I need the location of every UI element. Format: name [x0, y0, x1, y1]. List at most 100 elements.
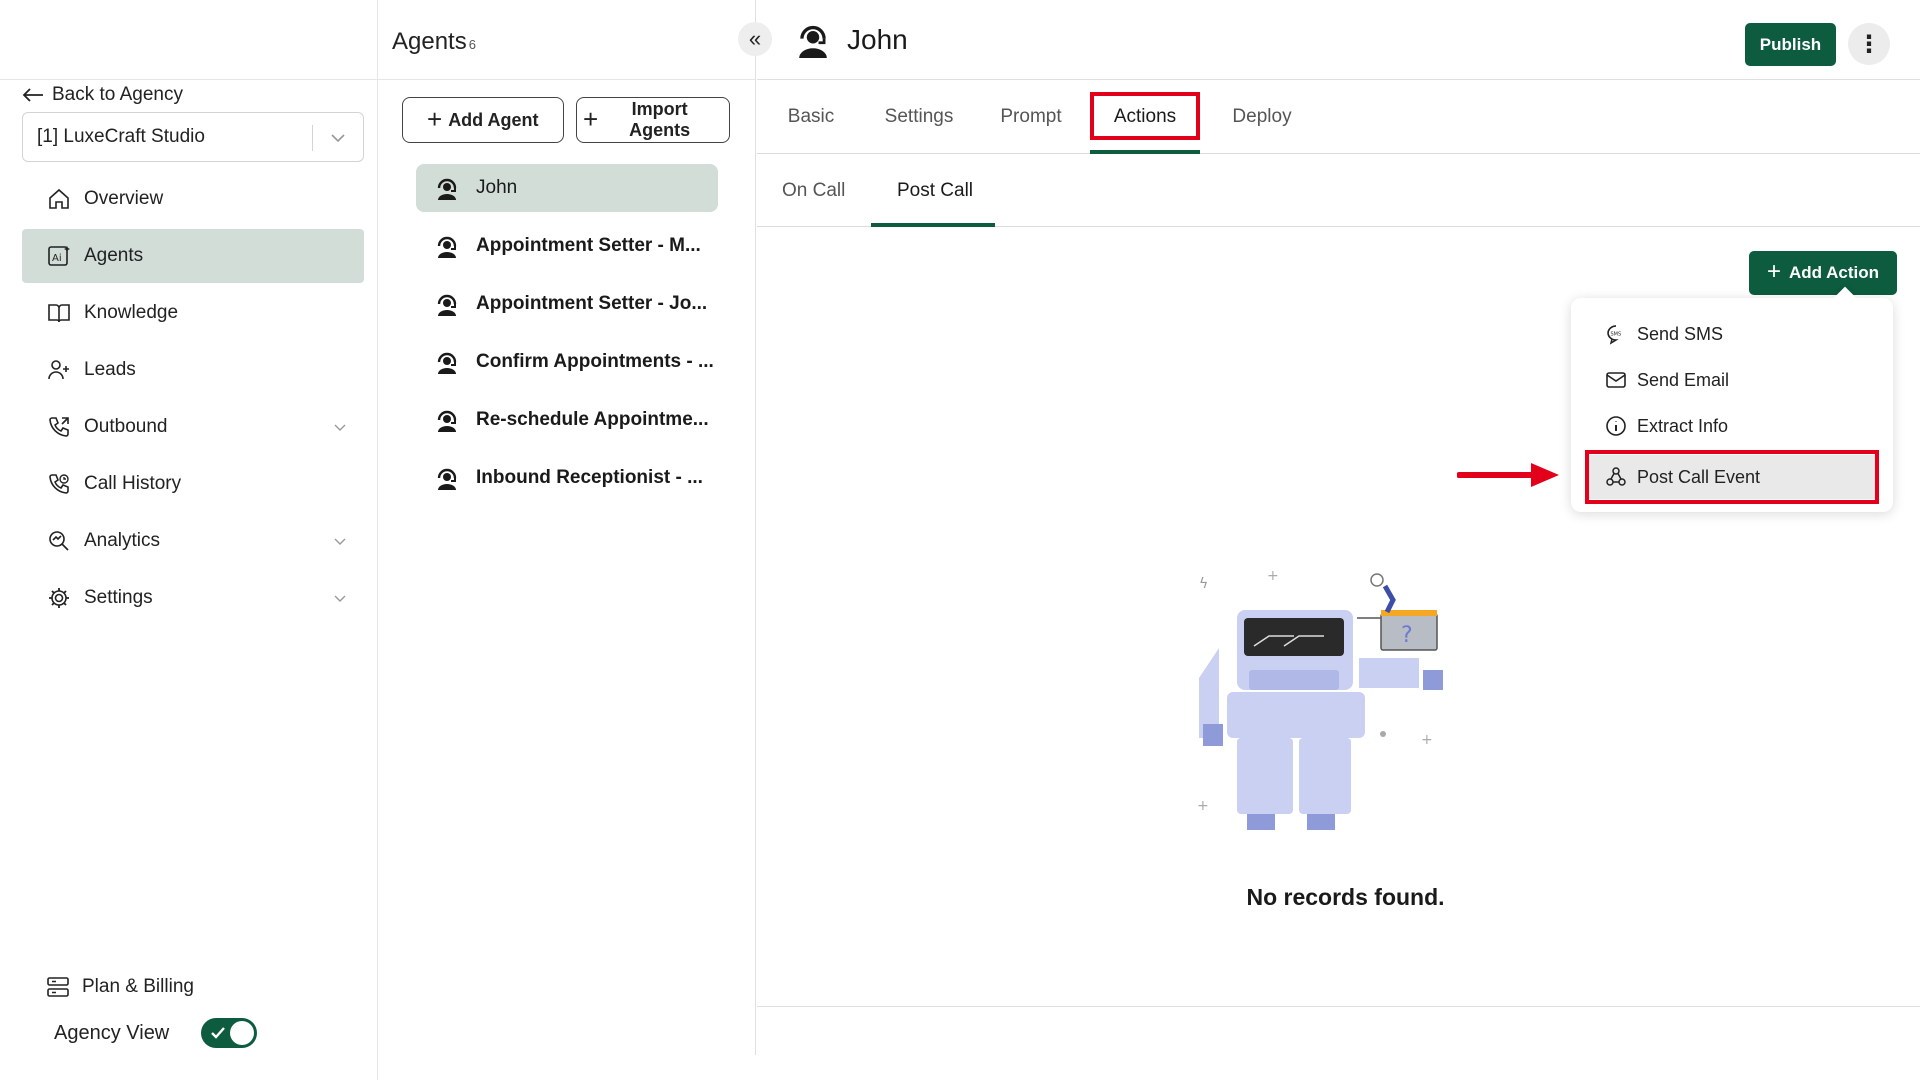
tab-deploy[interactable]: Deploy	[1219, 80, 1305, 154]
sidebar-item-overview[interactable]: Overview	[22, 172, 364, 226]
phone-outgoing-icon	[46, 414, 72, 440]
agent-list: John Appointment Setter - M... Appointme…	[416, 164, 718, 512]
gear-icon	[46, 585, 72, 611]
menu-item-label: Extract Info	[1637, 415, 1729, 436]
main-header: John Publish ⋮	[757, 0, 1920, 80]
annotation-arrow-icon	[1457, 463, 1559, 487]
agents-title-text: Agents	[392, 28, 467, 55]
menu-item-label: Send Email	[1637, 369, 1730, 390]
plus-icon: +	[427, 103, 443, 134]
sidebar-item-leads[interactable]: Leads	[22, 343, 364, 397]
agent-name: Confirm Appointments - ...	[476, 351, 714, 372]
sidebar-item-label: Overview	[84, 188, 164, 209]
agent-name: Re-schedule Appointme...	[476, 409, 709, 430]
sidebar-item-label: Leads	[84, 359, 136, 380]
agent-list-item[interactable]: Appointment Setter - M...	[416, 222, 718, 270]
svg-text:Ai: Ai	[52, 253, 62, 264]
sidebar-item-label: Agents	[84, 245, 144, 266]
menu-item-label: Send SMS	[1637, 323, 1724, 344]
sidebar-item-agents[interactable]: Ai Agents	[22, 229, 364, 283]
sidebar-header	[0, 0, 377, 80]
add-action-menu: SMS Send SMS Send Email Extract Info Pos…	[1571, 298, 1893, 512]
agents-count-badge: 6	[468, 37, 476, 52]
sidebar-item-label: Call History	[84, 473, 182, 494]
empty-state-text: No records found.	[1246, 884, 1445, 910]
tab-basic[interactable]: Basic	[771, 80, 851, 154]
agent-list-item[interactable]: Appointment Setter - Jo...	[416, 280, 718, 328]
main-panel: John Publish ⋮ Basic Settings Prompt Act…	[757, 0, 1920, 1080]
robot-illustration: ϟ + + + ?	[1197, 568, 1443, 830]
sidebar-item-outbound[interactable]: Outbound	[22, 400, 364, 454]
add-agent-button[interactable]: + Add Agent	[402, 97, 564, 143]
agents-panel-header: Agents 6 «	[378, 0, 772, 80]
plus-icon: +	[1766, 257, 1781, 285]
sidebar-item-call-history[interactable]: Call History	[22, 457, 364, 511]
info-icon	[1606, 416, 1626, 436]
agent-title: John	[795, 20, 908, 60]
agent-list-item[interactable]: Confirm Appointments - ...	[416, 338, 718, 386]
plan-billing-link[interactable]: Plan & Billing	[46, 976, 194, 998]
agency-view-toggle[interactable]	[201, 1018, 258, 1048]
agents-actions: + Add Agent + Import Agents	[402, 97, 730, 143]
sidebar-item-analytics[interactable]: Analytics	[22, 514, 364, 568]
back-to-agency-label: Back to Agency	[52, 84, 183, 105]
agency-view-label: Agency View	[54, 1021, 170, 1044]
agent-name: John	[476, 177, 518, 198]
agents-panel: Agents 6 « + Add Agent + Import Agents Jo…	[378, 0, 772, 1055]
headset-agent-icon	[437, 468, 457, 490]
tab-annotation-box	[1090, 92, 1200, 140]
back-to-agency-link[interactable]: Back to Agency	[22, 84, 183, 106]
add-agent-label: Add Agent	[448, 109, 539, 130]
svg-text:ϟ: ϟ	[1199, 576, 1208, 592]
agents-panel-title: Agents 6	[392, 28, 476, 56]
agent-list-item[interactable]: Inbound Receptionist - ...	[416, 454, 718, 502]
subtab-on-call[interactable]: On Call	[782, 155, 845, 227]
agent-name: Appointment Setter - M...	[476, 235, 701, 256]
mail-icon	[1606, 372, 1626, 388]
more-options-button[interactable]: ⋮	[1848, 23, 1890, 65]
agent-name: Inbound Receptionist - ...	[476, 467, 703, 488]
action-subtabs: On Call Post Call	[757, 155, 1920, 227]
sidebar-item-settings[interactable]: Settings	[22, 571, 364, 625]
sidebar-nav: Overview Ai Agents Knowledge Leads Outbo…	[22, 172, 364, 628]
chevron-down-icon	[331, 134, 345, 143]
headset-agent-icon	[437, 236, 457, 258]
agent-tabs: Basic Settings Prompt Actions Deploy	[757, 80, 1920, 154]
svg-text:+: +	[1267, 568, 1279, 584]
subtab-post-call[interactable]: Post Call	[897, 155, 973, 227]
sidebar-item-label: Outbound	[84, 416, 168, 437]
tab-prompt[interactable]: Prompt	[983, 80, 1079, 154]
agent-name: Appointment Setter - Jo...	[476, 293, 708, 314]
tab-settings[interactable]: Settings	[869, 80, 969, 154]
svg-text:SMS: SMS	[1611, 332, 1622, 338]
headset-agent-icon	[799, 25, 827, 58]
active-tab-indicator	[1090, 150, 1200, 154]
add-action-button[interactable]: + Add Action	[1749, 251, 1897, 295]
user-add-icon	[46, 357, 72, 383]
chevron-down-icon	[334, 424, 346, 431]
check-icon	[211, 1027, 226, 1039]
headset-agent-icon	[437, 294, 457, 316]
import-agents-button[interactable]: + Import Agents	[576, 97, 730, 143]
plus-icon: +	[583, 103, 599, 134]
menu-item-send-sms[interactable]: SMS Send SMS	[1587, 312, 1877, 356]
analytics-icon	[46, 528, 72, 554]
menu-item-extract-info[interactable]: Extract Info	[1587, 404, 1877, 448]
book-icon	[46, 300, 72, 326]
agent-list-item[interactable]: John	[416, 164, 718, 212]
svg-text:+: +	[1197, 798, 1209, 814]
headset-agent-icon	[437, 410, 457, 432]
menu-item-send-email[interactable]: Send Email	[1587, 358, 1877, 402]
menu-annotation-box	[1585, 450, 1879, 504]
agency-select-value: [1] LuxeCraft Studio	[37, 126, 205, 147]
double-chevron-left-icon: «	[748, 26, 762, 51]
sidebar-item-knowledge[interactable]: Knowledge	[22, 286, 364, 340]
sidebar-item-label: Knowledge	[84, 302, 179, 323]
add-action-label: Add Action	[1788, 263, 1880, 282]
collapse-panel-button[interactable]: «	[738, 22, 772, 56]
sidebar-item-label: Settings	[84, 587, 153, 608]
headset-agent-icon	[437, 178, 457, 200]
agency-select[interactable]: [1] LuxeCraft Studio	[22, 112, 364, 162]
publish-button[interactable]: Publish	[1745, 23, 1836, 66]
agent-list-item[interactable]: Re-schedule Appointme...	[416, 396, 718, 444]
